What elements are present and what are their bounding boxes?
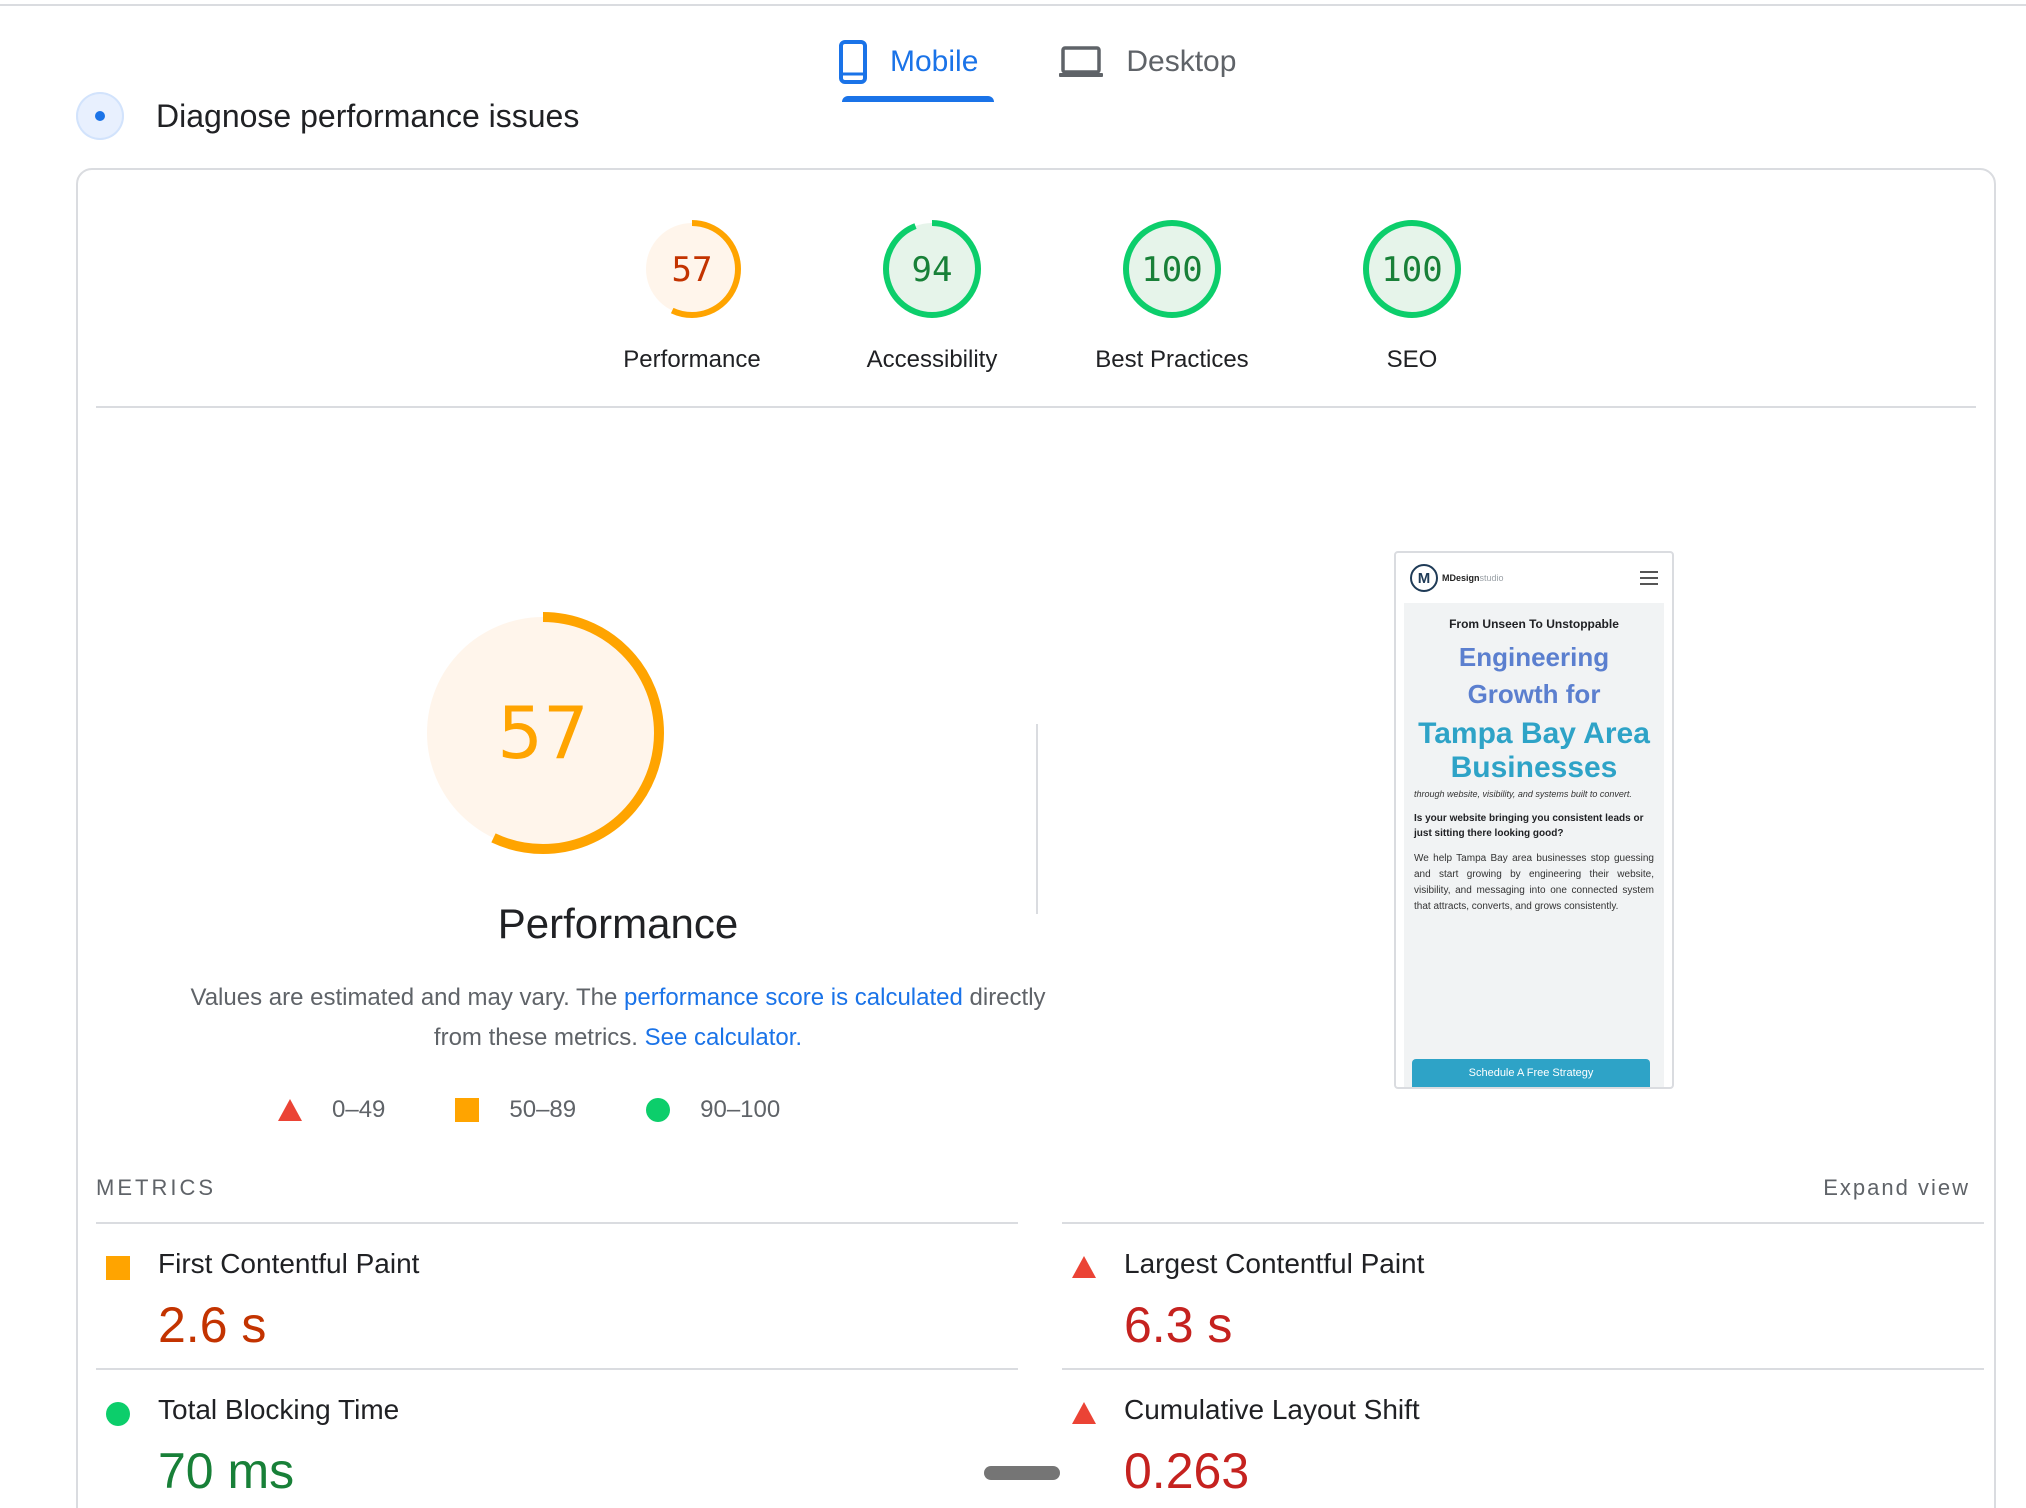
score-gauges: 57 Performance 94 Accessibility 100 Best…	[572, 218, 1532, 374]
gauge-seo-ring: 100	[1363, 220, 1461, 318]
hamburger-menu-icon	[1640, 571, 1658, 585]
metrics-title: METRICS	[96, 1175, 216, 1200]
legend-pass: 90–100	[646, 1096, 780, 1124]
square-icon	[455, 1098, 480, 1122]
gauge-seo-value: 100	[1381, 250, 1442, 290]
metric-tbt-value: 70 ms	[158, 1443, 295, 1499]
metric-tbt-label: Total Blocking Time	[158, 1394, 400, 1425]
legend-fail-label: 0–49	[332, 1096, 386, 1123]
tab-mobile-label: Mobile	[890, 45, 979, 78]
main-score-label: Performance	[497, 900, 739, 947]
legend-fail: 0–49	[278, 1096, 385, 1124]
logo-text: MDesign	[1442, 573, 1480, 583]
metric-lcp-value: 6.3 s	[1124, 1297, 1233, 1353]
gauge-seo-label: SEO	[1386, 346, 1438, 373]
scroll-handle[interactable]	[984, 1466, 1060, 1480]
see-calculator-link[interactable]: See calculator.	[645, 1024, 802, 1051]
triangle-icon	[278, 1099, 302, 1121]
metric-fcp: First Contentful Paint 2.6 s	[78, 1224, 978, 1364]
gauge-accessibility[interactable]: 94 Accessibility	[812, 218, 1052, 374]
gauges-divider	[96, 406, 1976, 408]
gauge-performance[interactable]: 57 Performance	[572, 218, 812, 374]
logo-m-icon: M	[1410, 564, 1438, 592]
thumb-question: Is your website bringing you consistent …	[1414, 813, 1644, 839]
metric-fcp-value: 2.6 s	[158, 1297, 267, 1353]
gauge-performance-label: Performance	[623, 346, 761, 373]
section-title: Diagnose performance issues	[156, 97, 580, 134]
triangle-icon	[1072, 1256, 1096, 1278]
gauge-performance-value: 57	[672, 250, 713, 290]
vertical-separator	[1036, 724, 1038, 914]
logo-suffix: studio	[1479, 573, 1504, 583]
thumb-heading1: Engineering Growth for	[1458, 642, 1610, 709]
report-card: 57 Performance 94 Accessibility 100 Best…	[76, 168, 1996, 1508]
thumb-logo: M MDesignstudio	[1410, 564, 1504, 592]
metric-fcp-label: First Contentful Paint	[158, 1248, 420, 1279]
tab-mobile[interactable]: Mobile	[820, 22, 996, 102]
expand-view-button[interactable]: Expand view	[1823, 1175, 1970, 1201]
metric-lcp-label: Largest Contentful Paint	[1124, 1248, 1425, 1279]
metric-tbt: Total Blocking Time 70 ms	[78, 1370, 978, 1508]
legend-pass-label: 90–100	[700, 1096, 781, 1123]
performance-score-link[interactable]: performance score is calculated	[624, 984, 963, 1011]
metric-cls: Cumulative Layout Shift 0.263	[1044, 1370, 1944, 1508]
gauge-best-practices-ring: 100	[1123, 220, 1221, 318]
thumb-cta-button: Schedule A Free Strategy	[1412, 1059, 1650, 1087]
thumb-italic: through website, visibility, and systems…	[1414, 789, 1632, 799]
thumb-subtitle: From Unseen To Unstoppable	[1449, 617, 1619, 631]
triangle-icon	[1072, 1402, 1096, 1424]
gauge-best-practices-value: 100	[1141, 250, 1202, 290]
legend-average: 50–89	[455, 1096, 576, 1124]
thumb-body: From Unseen To Unstoppable Engineering G…	[1404, 603, 1664, 1087]
metric-lcp: Largest Contentful Paint 6.3 s	[1044, 1224, 1944, 1364]
main-score-value: 57	[497, 691, 589, 775]
desc-text-before: Values are estimated and may vary. The	[190, 984, 625, 1011]
page-screenshot[interactable]: M MDesignstudio From Unseen To Unstoppab…	[1394, 551, 1674, 1089]
thumb-header: M MDesignstudio	[1396, 553, 1672, 603]
gauge-accessibility-label: Accessibility	[866, 346, 998, 373]
gauge-accessibility-value: 94	[912, 250, 953, 290]
thumb-paragraph: We help Tampa Bay area businesses stop g…	[1414, 853, 1654, 912]
legend-average-label: 50–89	[509, 1096, 577, 1123]
score-legend: 0–49 50–89 90–100	[278, 1096, 850, 1124]
section-header: Diagnose performance issues	[76, 92, 579, 140]
smartphone-icon	[839, 40, 867, 84]
metric-cls-value: 0.263	[1124, 1443, 1250, 1499]
gauge-best-practices-label: Best Practices	[1095, 346, 1249, 373]
square-icon	[106, 1256, 130, 1280]
score-description: Values are estimated and may vary. The p…	[168, 978, 1068, 1058]
circle-icon	[646, 1098, 671, 1122]
device-tabs: Mobile Desktop	[820, 22, 1254, 102]
thumb-heading2: Tampa Bay Area Businesses	[1418, 717, 1650, 784]
gauge-accessibility-ring: 94	[883, 220, 981, 318]
circle-icon	[106, 1402, 130, 1426]
tab-desktop[interactable]: Desktop	[1040, 22, 1254, 102]
metric-cls-label: Cumulative Layout Shift	[1124, 1394, 1420, 1425]
gauge-best-practices[interactable]: 100 Best Practices	[1052, 218, 1292, 374]
top-border	[0, 0, 2026, 6]
gauge-seo[interactable]: 100 SEO	[1292, 218, 1532, 374]
main-performance-gauge: 57	[422, 612, 664, 854]
laptop-icon	[1059, 46, 1104, 77]
tab-desktop-label: Desktop	[1126, 45, 1237, 78]
diagnose-icon	[76, 92, 124, 140]
gauge-performance-ring: 57	[643, 220, 741, 318]
